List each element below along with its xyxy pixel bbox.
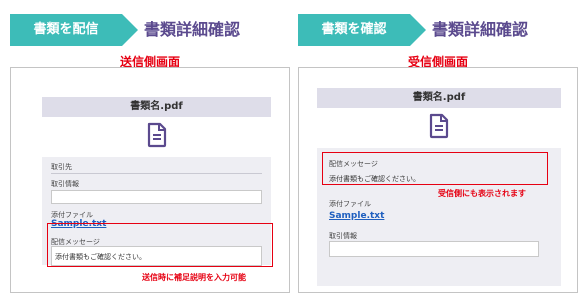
step-title: 書類詳細確認	[144, 20, 241, 39]
sender-screen-panel: 書類名.pdf 取引先 取引情報 添付ファイル Sample.txt 配信メッセ…	[10, 67, 290, 293]
step-chevron-label: 書類を確認	[321, 22, 387, 37]
attachment-label: 添付ファイル	[329, 200, 371, 208]
document-icon-area	[317, 108, 561, 148]
partner-field-line	[51, 173, 262, 174]
transaction-info-label: 取引情報	[329, 232, 357, 240]
document-title: 書類名.pdf	[42, 97, 271, 117]
receiver-note: 受信側にも表示されます	[438, 189, 526, 198]
document-title: 書類名.pdf	[317, 88, 561, 108]
document-icon	[146, 122, 168, 152]
transaction-info-input	[329, 241, 539, 257]
step-title: 書類詳細確認	[432, 20, 529, 39]
step-chevron-label: 書類を配信	[33, 22, 99, 37]
message-highlight-box	[322, 152, 548, 185]
document-icon-area	[42, 117, 271, 157]
document-detail-card: 書類名.pdf 配信メッセージ 添付書類もご確認ください。 添付ファイル Sam…	[317, 88, 561, 286]
step-chevron-send: 書類を配信	[10, 14, 140, 46]
document-icon	[428, 113, 450, 143]
partner-label: 取引先	[51, 163, 72, 171]
step-chevron-confirm: 書類を確認	[298, 14, 428, 46]
sender-note: 送信時に補足説明を入力可能	[142, 273, 246, 282]
transaction-info-label: 取引情報	[51, 180, 79, 188]
message-highlight-box	[47, 223, 273, 267]
receiver-screen-panel: 書類名.pdf 配信メッセージ 添付書類もご確認ください。 添付ファイル Sam…	[298, 67, 578, 293]
attachment-file-link[interactable]: Sample.txt	[329, 211, 384, 221]
transaction-info-input[interactable]	[51, 190, 262, 204]
